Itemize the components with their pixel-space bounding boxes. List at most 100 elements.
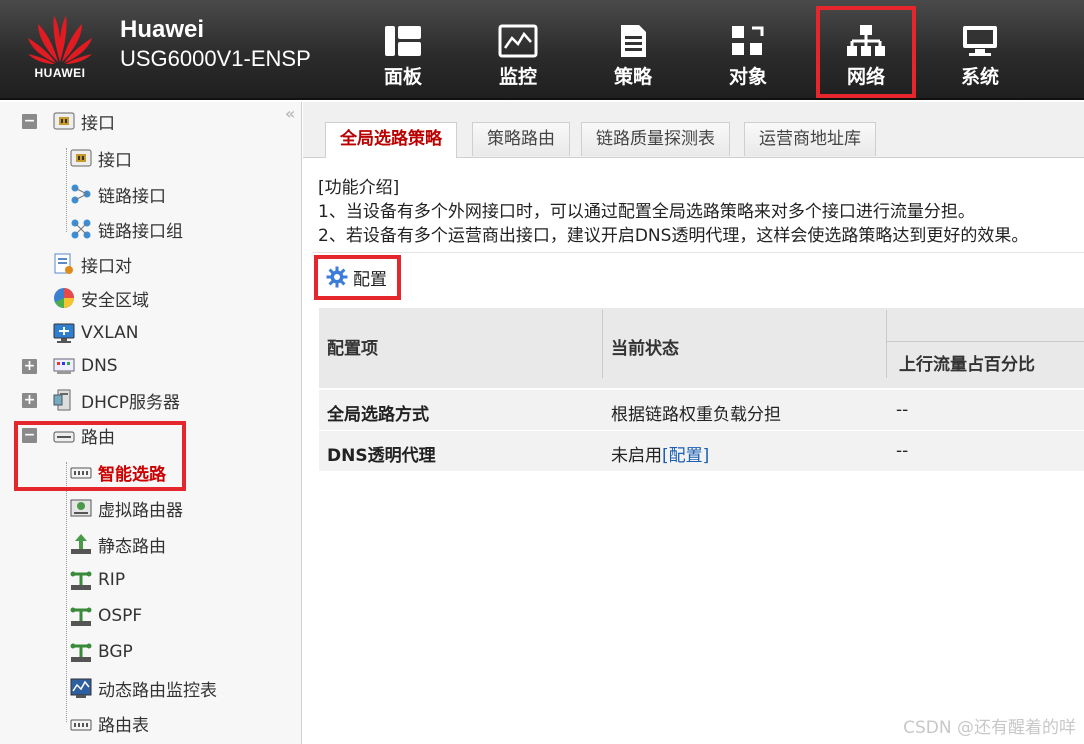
sidebar-item-vxlan[interactable]: VXLAN	[53, 319, 138, 347]
intro-line-2: 2、若设备有多个运营商出接口，建议开启DNS透明代理，这样会使选路策略达到更好的…	[318, 226, 1029, 246]
nav-policy-label: 策略	[613, 66, 652, 88]
vxlan-icon	[53, 323, 75, 343]
sidebar-item-dhcp-server[interactable]: + DHCP服务器	[22, 386, 180, 414]
interface-pair-icon	[54, 253, 73, 274]
expand-toggle[interactable]: +	[22, 359, 37, 374]
cell-config-item: 全局选路方式	[327, 405, 429, 425]
sidebar-item-link-interface-group[interactable]: 链路接口组	[70, 215, 183, 243]
status-text: 未启用	[611, 446, 662, 466]
object-icon	[732, 26, 764, 55]
sidebar-item-label: OSPF	[98, 606, 143, 626]
huawei-logo: HUAWEI	[18, 8, 102, 92]
tab-global-routing-policy[interactable]: 全局选路策略	[325, 122, 457, 158]
table-header	[319, 308, 1084, 388]
sidebar-item-label: 静态路由	[98, 536, 166, 557]
sidebar-item-ospf[interactable]: OSPF	[70, 602, 142, 630]
sidebar-item-label: 接口	[81, 113, 115, 134]
dhcp-server-icon	[53, 389, 71, 411]
sidebar-item-rip[interactable]: RIP	[70, 566, 125, 594]
cell-config-item: DNS透明代理	[327, 446, 436, 466]
sidebar-item-label: 动态路由监控表	[98, 680, 217, 701]
nav-policy[interactable]: 策略	[585, 8, 681, 96]
tab-policy-routing[interactable]: 策略路由	[472, 122, 570, 156]
intro-title: [功能介绍]	[318, 178, 400, 198]
nav-network[interactable]: 网络	[816, 6, 916, 98]
sidebar-item-bgp[interactable]: BGP	[70, 638, 133, 666]
sidebar-item-interface[interactable]: 接口	[70, 144, 132, 172]
system-icon	[963, 26, 997, 56]
column-header-status: 当前状态	[611, 339, 679, 359]
sidebar-collapse-button[interactable]: «	[285, 104, 295, 123]
sidebar-item-interface-group[interactable]: − 接口	[22, 107, 115, 135]
nav-dashboard-label: 面板	[383, 66, 422, 88]
tab-link-quality-probe[interactable]: 链路质量探测表	[581, 122, 730, 156]
dns-icon	[53, 358, 75, 374]
sidebar-item-link-interface[interactable]: 链路接口	[70, 180, 166, 208]
cell-upstream: --	[896, 441, 909, 461]
column-separator	[886, 310, 887, 378]
sidebar-item-label: BGP	[98, 642, 133, 662]
sidebar-item-static-route[interactable]: 静态路由	[70, 530, 166, 558]
tree-connector	[66, 462, 67, 722]
intro-line-1: 1、当设备有多个外网接口时，可以通过配置全局选路策略来对多个接口进行流量分担。	[318, 202, 975, 222]
monitor-icon	[498, 24, 538, 58]
network-icon	[847, 25, 885, 56]
config-link[interactable]: [配置]	[662, 446, 709, 466]
bgp-icon	[70, 643, 92, 662]
sidebar-item-dynamic-route-monitor[interactable]: 动态路由监控表	[70, 674, 217, 702]
policy-icon	[621, 25, 646, 57]
sidebar-item-label: 链路接口	[98, 186, 166, 207]
nav-object-label: 对象	[728, 66, 767, 88]
routing-table-icon	[70, 719, 92, 731]
column-separator	[602, 310, 603, 378]
device-model: USG6000V1-ENSP	[120, 46, 311, 71]
cell-upstream: --	[896, 400, 909, 420]
dynamic-route-monitor-icon	[70, 678, 92, 698]
column-header-upstream-traffic: 上行流量占百分比	[899, 355, 1035, 375]
sidebar-item-label: 虚拟路由器	[98, 500, 183, 521]
header-split-line	[887, 341, 1084, 342]
huawei-logo-icon	[28, 16, 92, 64]
expand-toggle[interactable]: +	[22, 393, 37, 408]
highlight-box	[14, 421, 186, 491]
sidebar-item-label: DHCP服务器	[81, 392, 180, 413]
top-header: HUAWEI Huawei USG6000V1-ENSP 面板 监控 策略 对象…	[0, 0, 1084, 100]
sidebar-item-interface-pair[interactable]: 接口对	[53, 250, 132, 278]
sidebar-item-dns[interactable]: + DNS	[22, 352, 118, 380]
sidebar-item-label: DNS	[81, 356, 118, 376]
sidebar-item-label: 接口	[98, 150, 132, 171]
rip-icon	[70, 571, 92, 590]
nav-system[interactable]: 系统	[932, 8, 1028, 96]
brand: Huawei USG6000V1-ENSP	[120, 16, 311, 73]
logo-text: HUAWEI	[34, 66, 86, 80]
nav-object[interactable]: 对象	[700, 8, 796, 96]
nav-network-label: 网络	[846, 66, 885, 88]
interface-icon	[53, 112, 75, 130]
sidebar-item-label: VXLAN	[81, 323, 139, 343]
link-interface-group-icon	[71, 219, 91, 239]
sidebar-item-security-zone[interactable]: 安全区域	[53, 284, 149, 312]
cell-status: 根据链路权重负载分担	[611, 405, 781, 425]
link-interface-icon	[71, 184, 91, 204]
highlight-box	[314, 255, 401, 300]
sidebar-item-label: 接口对	[81, 256, 132, 277]
nav-system-label: 系统	[960, 66, 999, 88]
feature-intro: [功能介绍] 1、当设备有多个外网接口时，可以通过配置全局选路策略来对多个接口进…	[318, 176, 1028, 248]
tree-connector	[66, 148, 67, 232]
sidebar-item-virtual-router[interactable]: 虚拟路由器	[70, 494, 183, 522]
watermark: CSDN @还有醒着的咩	[903, 718, 1076, 738]
sidebar-item-routing-table[interactable]: 路由表	[70, 709, 149, 737]
nav-monitor-label: 监控	[498, 66, 537, 88]
sidebar-item-label: 路由表	[98, 715, 149, 736]
nav-dashboard[interactable]: 面板	[355, 8, 451, 96]
interface-icon	[70, 149, 92, 167]
collapse-toggle[interactable]: −	[22, 114, 37, 129]
sidebar-item-label: 安全区域	[81, 290, 149, 311]
ospf-icon	[70, 607, 92, 626]
column-header-config-item: 配置项	[327, 339, 378, 359]
tab-isp-address-library[interactable]: 运营商地址库	[744, 122, 876, 156]
divider	[312, 252, 1084, 253]
cell-status: 未启用[配置]	[611, 441, 709, 466]
nav-monitor[interactable]: 监控	[470, 8, 566, 96]
virtual-router-icon	[70, 499, 92, 517]
